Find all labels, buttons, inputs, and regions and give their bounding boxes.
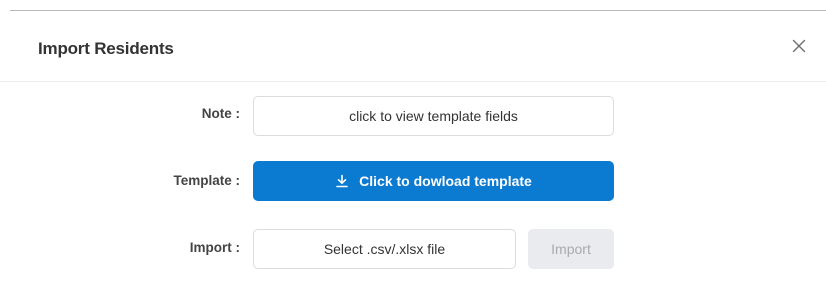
import-residents-modal: Import Residents Note : click to view te… <box>0 0 826 299</box>
download-template-button[interactable]: Click to dowload template <box>253 161 614 201</box>
template-label: Template : <box>173 173 240 188</box>
download-icon <box>335 174 349 188</box>
download-template-label: Click to dowload template <box>359 173 532 189</box>
close-button[interactable] <box>786 33 812 59</box>
note-label: Note : <box>201 106 240 121</box>
view-template-fields-label: click to view template fields <box>349 108 518 124</box>
select-file-button[interactable]: Select .csv/.xlsx file <box>253 229 516 269</box>
import-button[interactable]: Import <box>528 229 614 269</box>
import-button-label: Import <box>551 241 591 257</box>
close-icon <box>786 33 812 59</box>
modal-header: Import Residents <box>0 11 826 82</box>
select-file-label: Select .csv/.xlsx file <box>323 241 446 257</box>
modal-title: Import Residents <box>38 39 174 58</box>
view-template-fields-button[interactable]: click to view template fields <box>253 96 614 136</box>
import-label: Import : <box>189 240 240 255</box>
